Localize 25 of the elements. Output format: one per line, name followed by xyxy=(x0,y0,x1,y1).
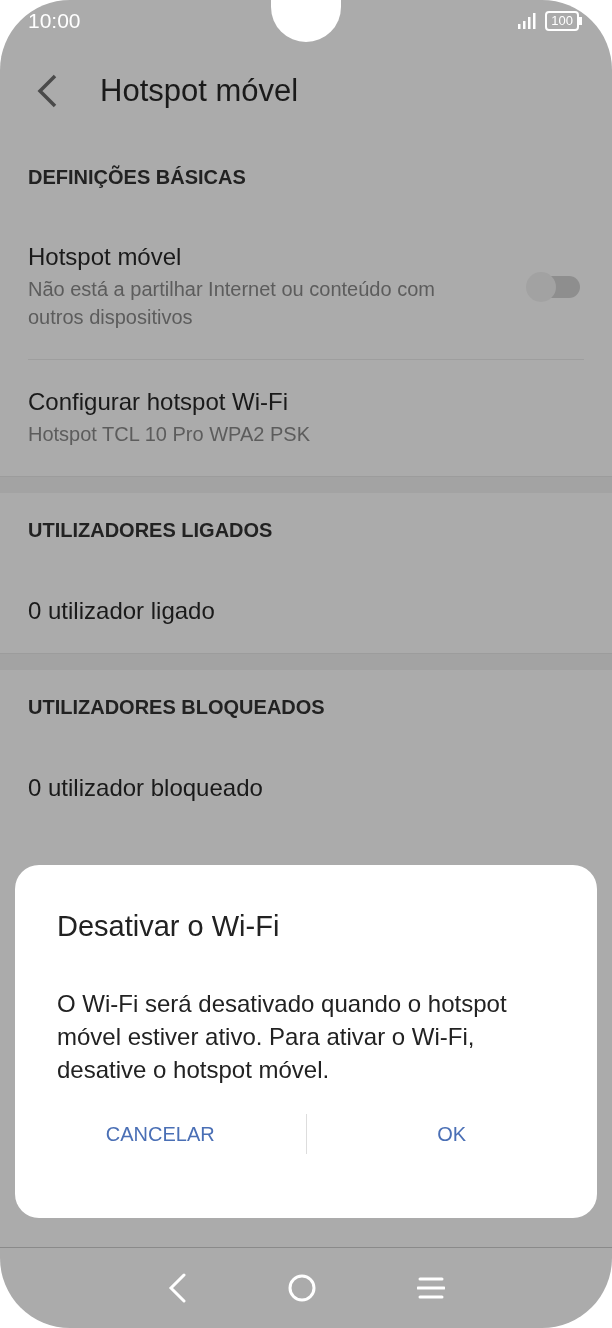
back-icon[interactable] xyxy=(167,1273,187,1303)
item-title: Configurar hotspot Wi-Fi xyxy=(28,388,290,416)
dialog-title: Desativar o Wi-Fi xyxy=(57,910,281,943)
back-button[interactable] xyxy=(36,74,58,108)
home-icon[interactable] xyxy=(287,1273,317,1303)
settings-item[interactable]: 0 utilizador bloqueado xyxy=(28,745,584,830)
section-header: DEFINIÇÕES BÁSICAS xyxy=(27,164,247,190)
settings-item[interactable]: Configurar hotspot Wi-Fi Hotspot TCL 10 Pro WPA2 PSK xyxy=(28,360,584,476)
signal-icon xyxy=(517,13,538,29)
dialog-message: O Wi-Fi será desativado quando o hotspot móvel estiver ativo. Para ativar o Wi-Fi, desative o hotspot móvel. xyxy=(57,989,508,1085)
item-title: 0 utilizador ligado xyxy=(28,596,215,625)
settings-item[interactable]: 0 utilizador ligado xyxy=(28,568,584,653)
dialog-button[interactable]: OK xyxy=(306,1121,597,1147)
page-title: Hotspot móvel xyxy=(100,73,299,109)
section-header: UTILIZADORES LIGADOS xyxy=(27,518,274,543)
item-subtitle: Não está a partilhar Internet ou conteúdo com outros dispositivos xyxy=(28,277,436,330)
battery-indicator: 100 xyxy=(545,11,582,31)
item-title: Hotspot móvel xyxy=(28,243,183,271)
settings-item[interactable]: Hotspot móvel Não está a partilhar Internet ou conteúdo com outros dispositivos xyxy=(28,215,584,360)
menu-icon[interactable] xyxy=(417,1276,445,1300)
item-title: 0 utilizador bloqueado xyxy=(28,773,263,802)
dialog-button[interactable]: CANCELAR xyxy=(15,1121,306,1147)
item-subtitle: Hotspot TCL 10 Pro WPA2 PSK xyxy=(28,422,310,447)
status-time: 10:00 xyxy=(28,9,81,33)
section-header: UTILIZADORES BLOQUEADOS xyxy=(27,695,326,720)
